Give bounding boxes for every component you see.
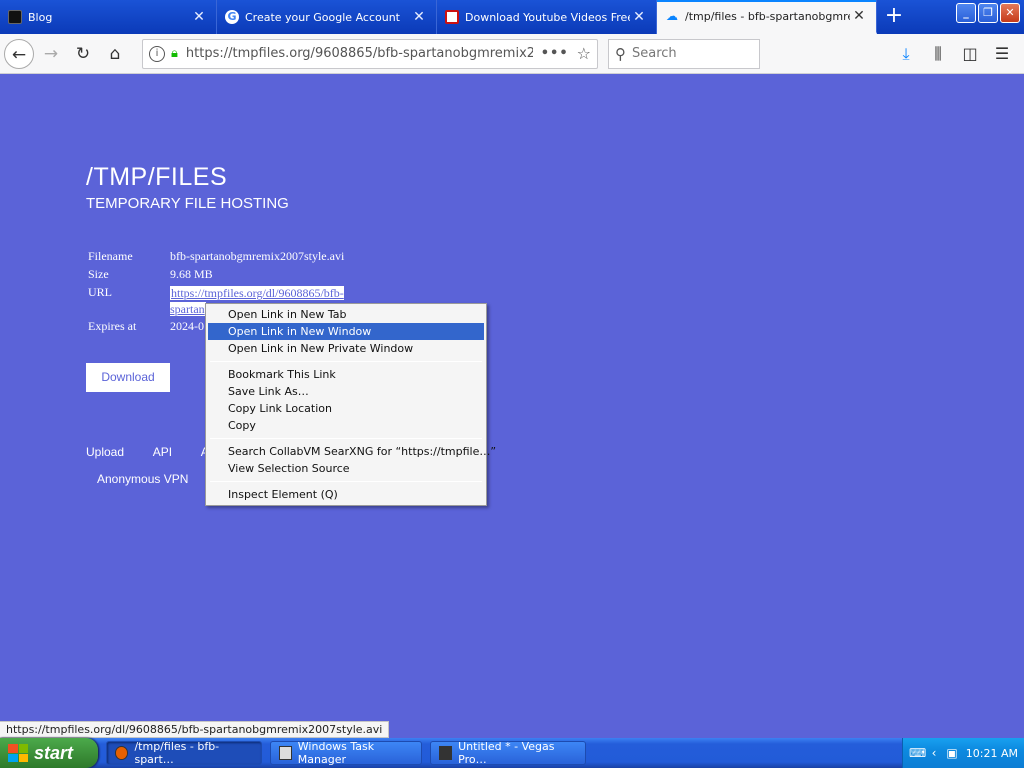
address-bar[interactable]: i 🔒︎ https://tmpfiles.org/9608865/bfb-sp… bbox=[142, 38, 598, 69]
start-label: start bbox=[34, 742, 74, 763]
search-input[interactable]: ⚲ Search bbox=[608, 38, 760, 69]
close-tab-icon[interactable]: ✕ bbox=[190, 9, 208, 25]
forward-button[interactable]: → bbox=[36, 39, 66, 69]
tab-title: Download Youtube Videos Free O bbox=[465, 10, 630, 24]
chevron-left-icon[interactable]: ‹ bbox=[927, 746, 941, 760]
close-window-button[interactable]: ✕ bbox=[1000, 3, 1020, 23]
menu-separator bbox=[210, 481, 482, 482]
close-tab-icon[interactable]: ✕ bbox=[630, 9, 648, 25]
menu-item-bookmark-link[interactable]: Bookmark This Link bbox=[208, 366, 484, 383]
back-button[interactable]: ← bbox=[4, 38, 34, 69]
menu-item-search-selection[interactable]: Search CollabVM SearXNG for “https://tmp… bbox=[208, 443, 496, 460]
taskbar-item-label: Windows Task Manager bbox=[297, 740, 375, 766]
new-tab-button[interactable]: + bbox=[877, 0, 911, 34]
restore-button[interactable]: ❐ bbox=[978, 3, 998, 23]
link-status-bar: https://tmpfiles.org/dl/9608865/bfb-spar… bbox=[0, 721, 390, 738]
system-tray: ⌨ ‹ ▣ 10:21 AM bbox=[902, 738, 1024, 768]
firefox-icon bbox=[115, 746, 129, 760]
library-icon[interactable]: ⫼ bbox=[928, 44, 948, 64]
menu-separator bbox=[210, 438, 482, 439]
monitor-icon[interactable]: ▣ bbox=[945, 746, 959, 760]
context-menu: Open Link in New Tab Open Link in New Wi… bbox=[205, 303, 496, 506]
menu-item-open-private-window[interactable]: Open Link in New Private Window bbox=[208, 340, 484, 357]
task-manager-icon bbox=[279, 746, 292, 760]
tab-tmpfiles[interactable]: ☁ /tmp/files - bfb-spartanobgmremi ✕ bbox=[657, 0, 877, 34]
bookmark-star-icon[interactable]: ☆ bbox=[577, 44, 591, 63]
video-favicon-icon bbox=[445, 10, 459, 24]
tab-youtube-download[interactable]: Download Youtube Videos Free O ✕ bbox=[437, 0, 657, 34]
taskbar-item-label: Untitled * - Vegas Pro… bbox=[458, 740, 555, 766]
upload-link[interactable]: Upload bbox=[86, 445, 124, 459]
sidebar-icon[interactable]: ◫ bbox=[960, 44, 980, 64]
tab-title: /tmp/files - bfb-spartanobgmremi bbox=[685, 9, 850, 23]
taskbar-item-label: /tmp/files - bfb-spart… bbox=[134, 740, 220, 766]
cloud-upload-icon: ☁ bbox=[666, 9, 678, 23]
menu-item-open-new-tab[interactable]: Open Link in New Tab bbox=[208, 306, 484, 323]
tab-title: Create your Google Account bbox=[245, 10, 400, 24]
close-tab-icon[interactable]: ✕ bbox=[410, 9, 428, 25]
info-icon[interactable]: i bbox=[149, 45, 165, 62]
field-label: Expires at bbox=[88, 319, 137, 333]
site-subtitle: TEMPORARY FILE HOSTING bbox=[86, 195, 289, 212]
reload-button[interactable]: ↻ bbox=[68, 39, 98, 69]
taskbar: start /tmp/files - bfb-spart… Windows Ta… bbox=[0, 738, 1024, 768]
taskbar-item-firefox[interactable]: /tmp/files - bfb-spart… bbox=[106, 740, 262, 766]
start-button[interactable]: start bbox=[0, 738, 98, 768]
vegas-pro-icon bbox=[439, 746, 453, 760]
download-button[interactable]: Download bbox=[86, 363, 170, 392]
page-content: /TMP/FILES TEMPORARY FILE HOSTING Filena… bbox=[0, 75, 1024, 720]
menu-item-save-link[interactable]: Save Link As… bbox=[208, 383, 484, 400]
tab-title: Blog bbox=[28, 10, 53, 24]
menu-item-inspect-element[interactable]: Inspect Element (Q) bbox=[208, 486, 484, 503]
tab-blog[interactable]: Blog ✕ bbox=[0, 0, 217, 34]
file-info-row: Filename bfb-spartanobgmremix2007style.a… bbox=[88, 249, 350, 267]
field-label: Filename bbox=[88, 249, 133, 263]
menu-icon[interactable]: ☰ bbox=[992, 44, 1012, 64]
window-controls: _ ❐ ✕ bbox=[956, 3, 1020, 23]
taskbar-item-vegas-pro[interactable]: Untitled * - Vegas Pro… bbox=[430, 740, 586, 766]
toolbar-icons: ⤓ ⫼ ◫ ☰ bbox=[896, 44, 1020, 64]
taskbar-item-task-manager[interactable]: Windows Task Manager bbox=[270, 740, 422, 766]
field-label: Size bbox=[88, 267, 109, 281]
field-label: URL bbox=[88, 285, 112, 299]
home-button[interactable]: ⌂ bbox=[100, 39, 130, 69]
api-link[interactable]: API bbox=[153, 445, 172, 459]
url-text[interactable]: https://tmpfiles.org/9608865/bfb-spartan… bbox=[186, 46, 533, 61]
menu-item-view-selection-source[interactable]: View Selection Source bbox=[208, 460, 484, 477]
search-icon: ⚲ bbox=[615, 44, 626, 63]
page-actions-icon[interactable]: ••• bbox=[541, 46, 569, 61]
downloads-icon[interactable]: ⤓ bbox=[896, 44, 916, 64]
field-value: bfb-spartanobgmremix2007style.avi bbox=[170, 249, 345, 263]
menu-item-copy-link[interactable]: Copy Link Location bbox=[208, 400, 484, 417]
search-placeholder: Search bbox=[632, 46, 677, 61]
tab-strip: Blog ✕ G Create your Google Account ✕ Do… bbox=[0, 0, 1024, 34]
anonymous-vpn-link[interactable]: Anonymous VPN bbox=[97, 472, 188, 486]
field-value: 9.68 MB bbox=[170, 267, 213, 281]
blog-favicon-icon bbox=[8, 10, 22, 24]
google-favicon-icon: G bbox=[225, 10, 239, 24]
menu-separator bbox=[210, 361, 482, 362]
lock-icon[interactable]: 🔒︎ bbox=[171, 46, 178, 61]
navigation-toolbar: ← → ↻ ⌂ i 🔒︎ https://tmpfiles.org/960886… bbox=[0, 34, 1024, 74]
minimize-button[interactable]: _ bbox=[956, 3, 976, 23]
menu-item-open-new-window[interactable]: Open Link in New Window bbox=[208, 323, 484, 340]
keyboard-icon[interactable]: ⌨ bbox=[909, 746, 926, 760]
site-title: /TMP/FILES bbox=[86, 163, 228, 191]
close-tab-icon[interactable]: ✕ bbox=[850, 8, 868, 24]
tab-google-account[interactable]: G Create your Google Account ✕ bbox=[217, 0, 437, 34]
clock: 10:21 AM bbox=[965, 746, 1018, 760]
menu-item-copy[interactable]: Copy bbox=[208, 417, 484, 434]
windows-flag-icon bbox=[8, 744, 28, 762]
file-info-row: Size 9.68 MB bbox=[88, 267, 350, 285]
